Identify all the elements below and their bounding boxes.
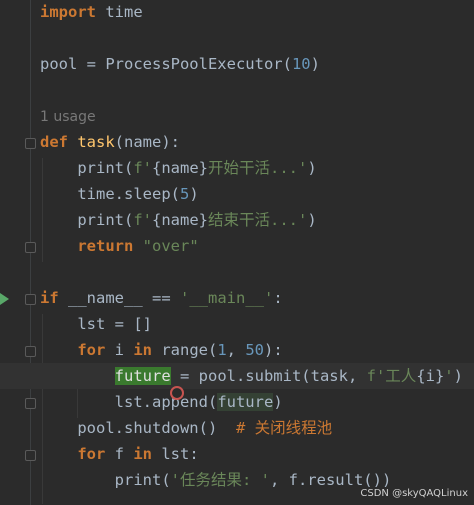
code-token: , f.result()) [269, 471, 392, 489]
code-line[interactable]: import time [0, 0, 474, 25]
code-token: f' [133, 159, 152, 177]
code-line[interactable]: for i in range(1, 50): [0, 337, 474, 363]
code-token: def [40, 133, 68, 151]
code-token: ) [307, 159, 317, 177]
code-token: # 关闭线程池 [235, 419, 333, 437]
code-line[interactable]: def task(name): [0, 129, 474, 155]
code-token: 50 [245, 341, 265, 359]
code-token: return [40, 237, 134, 255]
code-text: for f in lst: [40, 441, 199, 467]
code-token: in [133, 341, 152, 359]
code-token: {name} [152, 211, 208, 229]
watermark: CSDN @skyQAQLinux [360, 488, 468, 499]
code-line[interactable]: 1 usage [0, 103, 474, 129]
code-line[interactable]: future = pool.submit(task, f'工人{i}') [0, 363, 474, 389]
code-line[interactable]: for f in lst: [0, 441, 474, 467]
code-token: 10 [291, 55, 311, 73]
code-line[interactable]: if __name__ == '__main__': [0, 285, 474, 311]
code-token: __name__ == [58, 289, 180, 307]
code-token: ) [307, 211, 317, 229]
code-text: def task(name): [40, 129, 180, 155]
code-line[interactable] [0, 25, 474, 51]
code-token: for [40, 445, 106, 463]
code-token: print( [40, 471, 171, 489]
code-token: ) [273, 393, 283, 411]
code-text: for i in range(1, 50): [40, 337, 283, 363]
code-token: future [217, 393, 274, 411]
code-token: range( [152, 341, 218, 359]
code-token: ' [444, 367, 454, 385]
code-token: lst.append( [40, 393, 218, 411]
code-line[interactable]: return "over" [0, 233, 474, 259]
code-token: f' [133, 211, 152, 229]
code-token: 1 [217, 341, 227, 359]
code-text: print('任务结果: ', f.result()) [40, 467, 392, 493]
code-token: 开始干活...' [208, 159, 308, 177]
code-token: in [133, 445, 152, 463]
code-token: f [105, 445, 134, 463]
code-editor[interactable]: import time pool = ProcessPoolExecutor(10… [0, 0, 474, 505]
code-token: for [40, 341, 106, 359]
code-token: time.sleep( [40, 185, 180, 203]
code-token: {name} [152, 159, 208, 177]
code-token: time [96, 3, 143, 21]
code-text: future = pool.submit(task, f'工人{i}') [40, 363, 463, 389]
code-token: lst = [] [40, 315, 152, 333]
code-token: {i} [416, 367, 445, 385]
code-token: 结束干活...' [208, 211, 308, 229]
code-token: (name): [114, 133, 180, 151]
code-token: = pool.submit(task, [170, 367, 367, 385]
code-token: '__main__' [180, 289, 274, 307]
code-text: print(f'{name}结束干活...') [40, 207, 317, 233]
code-token: print( [40, 159, 134, 177]
code-text: lst = [] [40, 311, 152, 337]
code-line[interactable]: print(f'{name}结束干活...') [0, 207, 474, 233]
code-line[interactable]: lst.append(future) [0, 389, 474, 415]
code-text: time.sleep(5) [40, 181, 199, 207]
code-token: "over" [142, 237, 199, 255]
code-token: 5 [179, 185, 190, 203]
code-token: '任务结果: ' [170, 471, 270, 489]
code-token: ) [453, 367, 463, 385]
code-token: future [114, 367, 171, 385]
code-token: task [77, 133, 115, 151]
breakpoint-icon [170, 386, 184, 400]
code-token: print( [40, 211, 134, 229]
code-line[interactable]: time.sleep(5) [0, 181, 474, 207]
code-token: import [40, 3, 96, 21]
code-token: if [40, 289, 59, 307]
code-line[interactable]: lst = [] [0, 311, 474, 337]
code-token: pool.shutdown() [40, 419, 236, 437]
code-token: lst: [152, 445, 199, 463]
code-line[interactable]: pool = ProcessPoolExecutor(10) [0, 51, 474, 77]
code-token: : [273, 289, 283, 307]
code-token: i [105, 341, 134, 359]
code-token: , [226, 341, 246, 359]
code-line[interactable] [0, 77, 474, 103]
code-line[interactable]: pool.shutdown() # 关闭线程池 [0, 415, 474, 441]
code-line[interactable]: print(f'{name}开始干活...') [0, 155, 474, 181]
code-text: pool.shutdown() # 关闭线程池 [40, 415, 332, 441]
code-text: return "over" [40, 233, 199, 259]
code-text: pool = ProcessPoolExecutor(10) [40, 51, 320, 77]
code-text: print(f'{name}开始干活...') [40, 155, 317, 181]
code-text: 1 usage [40, 103, 96, 130]
code-text: import time [40, 0, 143, 25]
code-token: f'工人 [366, 367, 417, 385]
code-text: if __name__ == '__main__': [40, 285, 283, 311]
code-token: pool = ProcessPoolExecutor( [40, 55, 292, 73]
code-token: ) [189, 185, 199, 203]
code-token: ) [310, 55, 320, 73]
code-token: ): [264, 341, 283, 359]
code-line[interactable] [0, 259, 474, 285]
code-token: 1 usage [40, 109, 96, 125]
code-text: lst.append(future) [40, 389, 283, 415]
